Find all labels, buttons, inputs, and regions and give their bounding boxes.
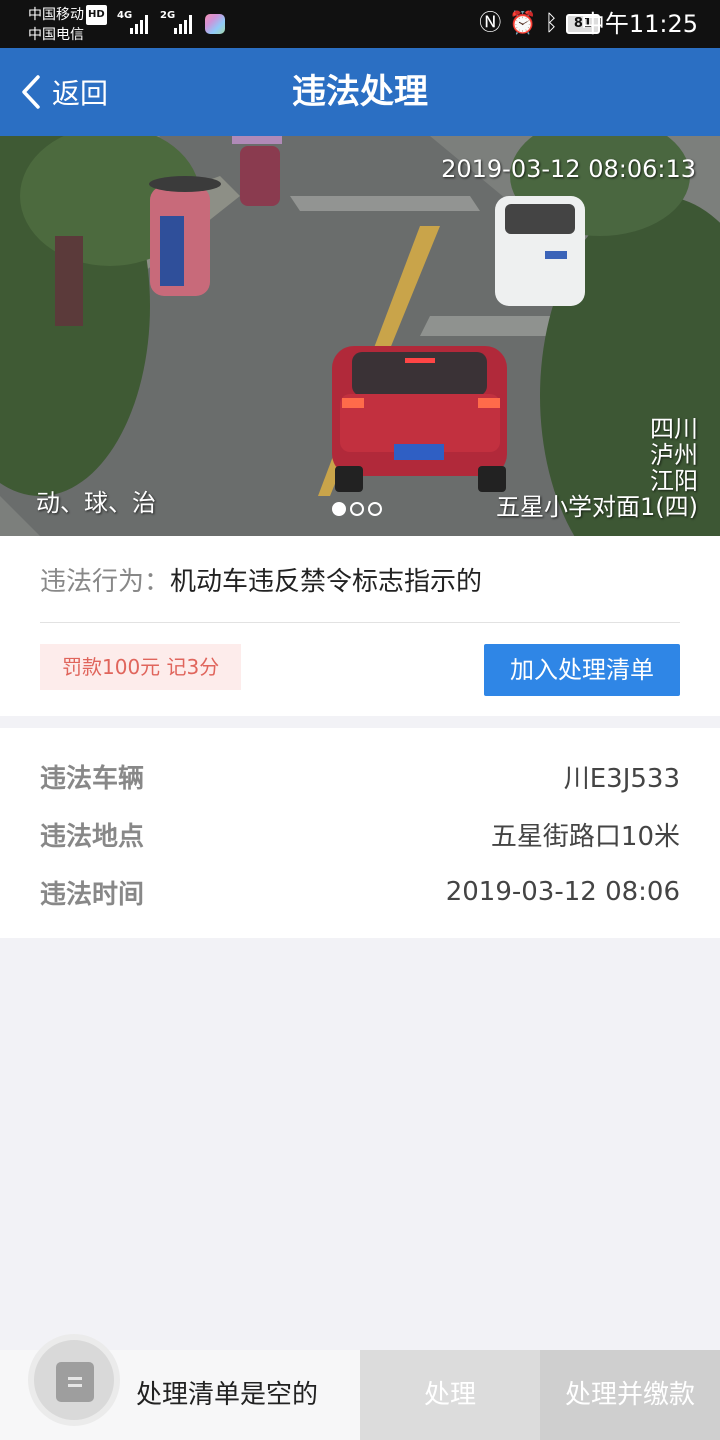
- carrier-2: 中国电信: [28, 27, 84, 43]
- status-time: 中午11:25: [580, 10, 698, 38]
- violation-behavior: 违法行为：机动车违反禁令标志指示的: [40, 564, 482, 600]
- photo-location-line: 江阳: [650, 467, 698, 495]
- detail-value: 五星街路口10米: [490, 821, 680, 852]
- pager-dot[interactable]: [350, 502, 364, 516]
- photo-location-line: 四川: [650, 415, 698, 443]
- hd-badge: HD: [86, 5, 107, 25]
- chevron-left-icon: [22, 75, 40, 109]
- back-button[interactable]: 返回: [20, 70, 108, 114]
- detail-key: 违法时间: [40, 879, 145, 910]
- process-button[interactable]: 处理: [360, 1350, 540, 1440]
- add-to-list-button[interactable]: 加入处理清单: [484, 644, 680, 696]
- photo-timestamp: 2019-03-12 08:06:13: [441, 155, 696, 183]
- detail-value: 川E3J533: [563, 763, 680, 794]
- divider: [40, 622, 680, 623]
- bluetooth-icon: ᛒ: [544, 11, 558, 36]
- pager-dot[interactable]: [368, 502, 382, 516]
- status-bar: 中国移动 HD 中国电信 4G 2G Ⓝ ⏰ ᛒ 81 中午11:25: [0, 0, 720, 48]
- violation-details: 违法车辆 川E3J533 违法地点 五星街路口10米 违法时间 2019-03-…: [0, 728, 720, 938]
- violation-behavior-value: 机动车违反禁令标志指示的: [170, 567, 483, 597]
- evidence-photo-carousel[interactable]: 2019-03-12 08:06:13 四川 泸州 江阳 五星小学对面1(四) …: [0, 136, 720, 536]
- detail-key: 违法车辆: [40, 763, 145, 794]
- process-and-pay-button[interactable]: 处理并缴款: [540, 1350, 720, 1440]
- carousel-pager: [332, 502, 382, 516]
- detail-value: 2019-03-12 08:06: [445, 877, 680, 907]
- app-notification-icon: [205, 14, 225, 34]
- carrier-info: 中国移动 HD 中国电信: [28, 5, 107, 45]
- detail-row: 违法车辆 川E3J533: [40, 756, 680, 796]
- detail-row: 违法时间 2019-03-12 08:06: [40, 872, 680, 912]
- signal-icon-2: [174, 14, 192, 34]
- network-type-2: 2G: [160, 10, 176, 21]
- photo-location-line: 泸州: [650, 441, 698, 469]
- detail-key: 违法地点: [40, 821, 145, 852]
- violation-card: 违法行为：机动车违反禁令标志指示的 罚款100元 记3分 加入处理清单: [0, 536, 720, 716]
- photo-location: 四川 泸州 江阳 五星小学对面1(四): [496, 416, 698, 520]
- nfc-icon: Ⓝ: [479, 11, 502, 36]
- bottom-bar: 处理清单是空的 处理 处理并缴款: [0, 1334, 720, 1440]
- photo-location-line: 五星小学对面1(四): [496, 493, 698, 521]
- back-label: 返回: [52, 77, 109, 110]
- carrier-1: 中国移动: [28, 7, 84, 23]
- list-icon: [56, 1362, 94, 1402]
- pager-dot-active[interactable]: [332, 502, 346, 516]
- signal-icon: [130, 14, 148, 34]
- list-empty-text: 处理清单是空的: [136, 1380, 319, 1410]
- detail-row: 违法地点 五星街路口10米: [40, 814, 680, 854]
- nav-bar: 返回 违法处理: [0, 48, 720, 136]
- alarm-icon: ⏰: [509, 11, 537, 36]
- photo-overlay-label: 动、球、治: [36, 489, 156, 517]
- fine-badge: 罚款100元 记3分: [40, 644, 242, 690]
- processing-list-button[interactable]: [28, 1334, 120, 1426]
- violation-behavior-key: 违法行为：: [40, 567, 171, 597]
